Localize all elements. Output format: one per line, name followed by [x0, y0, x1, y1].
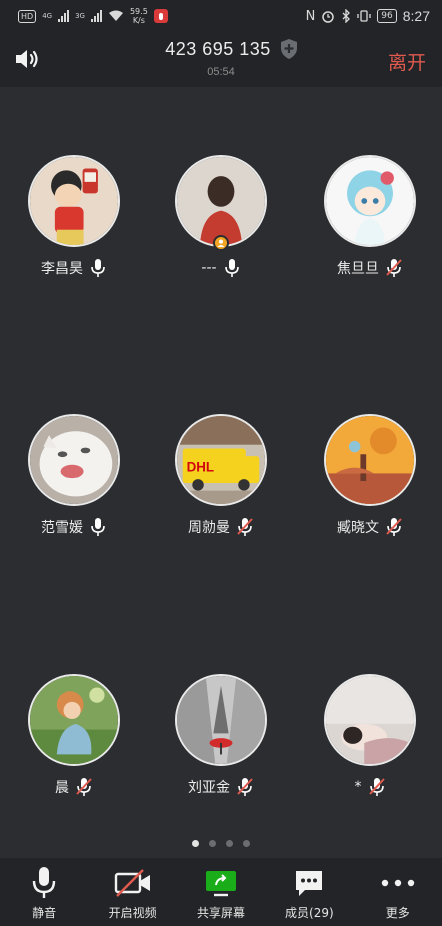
nfc-icon: N [305, 8, 316, 24]
speed-unit: K/s [132, 16, 145, 25]
meeting-id-row[interactable]: 423 695 135 [0, 38, 442, 60]
share-screen-button[interactable]: 共享屏幕 [177, 866, 265, 921]
network-speed: 59.5 K/s [130, 7, 148, 25]
participant-name-row: * [310, 777, 430, 797]
page-indicator[interactable] [0, 840, 442, 847]
page-dot[interactable] [209, 840, 216, 847]
members-label: 成员(29) [285, 906, 334, 920]
battery-indicator: 96 [377, 9, 397, 23]
leave-button[interactable]: 离开 [388, 48, 426, 75]
vibrate-icon [357, 10, 371, 22]
meeting-header: 423 695 135 05:54 离开 [0, 32, 442, 87]
participant-name: --- [201, 260, 217, 276]
participant-name-row: 李昌昊 [14, 258, 134, 278]
host-badge-icon [213, 235, 229, 251]
wifi-icon [108, 10, 123, 21]
participant-name-row: 臧晓文 [310, 517, 430, 537]
start-video-button[interactable]: 开启视频 [89, 866, 177, 921]
participant-name: 周勍曼 [188, 520, 230, 536]
mic-muted-icon [237, 778, 253, 796]
participant-name: 晨 [55, 780, 69, 796]
page-dot[interactable] [243, 840, 250, 847]
participant-name: * [354, 779, 362, 795]
participant-tile[interactable]: 臧晓文 [310, 414, 430, 554]
more-button[interactable]: 更多 [354, 866, 442, 921]
more-dots-icon [381, 879, 414, 887]
participant-grid: 李昌昊 --- 焦旦旦 范雪媛 DHL 周勍曼 臧晓文 晨 刘亚金 * [0, 87, 442, 847]
mute-label: 静音 [32, 906, 57, 920]
mute-button[interactable]: 静音 [0, 866, 88, 921]
members-button[interactable]: 成员(29) [265, 866, 353, 921]
mic-on-icon [91, 259, 105, 277]
avatar [28, 674, 120, 766]
video-off-icon [114, 869, 150, 897]
avatar [324, 414, 416, 506]
avatar [324, 155, 416, 247]
mic-on-icon [224, 259, 239, 277]
participant-tile[interactable]: 刘亚金 [161, 674, 281, 814]
participant-name: 臧晓文 [337, 520, 379, 536]
avatar [28, 414, 120, 506]
meeting-id: 423 695 135 [165, 38, 271, 59]
participant-name-row: 焦旦旦 [310, 258, 430, 278]
members-chat-icon [296, 871, 323, 896]
participant-tile[interactable]: DHL 周勍曼 [161, 414, 281, 554]
recording-mic-icon [153, 9, 168, 23]
participant-name: 刘亚金 [188, 780, 230, 796]
network-type-2: 3G [75, 12, 85, 20]
share-screen-label: 共享屏幕 [196, 906, 245, 920]
participant-name: 焦旦旦 [337, 261, 379, 277]
participant-name-row: --- [161, 258, 281, 278]
mic-on-icon [91, 518, 105, 536]
microphone-icon [32, 867, 56, 898]
mic-muted-icon [76, 778, 92, 796]
participant-name: 李昌昊 [41, 261, 83, 277]
speed-value: 59.5 [129, 7, 148, 16]
mic-muted-icon [386, 518, 402, 536]
participant-name-row: 周勍曼 [161, 517, 281, 537]
participant-name: 范雪媛 [41, 520, 83, 536]
more-label: 更多 [385, 906, 410, 920]
bluetooth-icon [342, 9, 351, 23]
page-dot-active[interactable] [192, 840, 199, 847]
meeting-elapsed-time: 05:54 [207, 66, 235, 78]
status-left: HD 4G 3G 59.5 K/s [18, 7, 168, 25]
participant-tile[interactable]: * [310, 674, 430, 814]
svg-text:DHL: DHL [187, 459, 215, 474]
avatar [28, 155, 120, 247]
signal-icon [58, 10, 70, 22]
share-screen-icon [205, 871, 236, 897]
mic-muted-icon [368, 778, 385, 796]
participant-name-row: 刘亚金 [161, 777, 281, 797]
participant-tile[interactable]: 李昌昊 [14, 155, 134, 295]
signal-icon-2 [90, 10, 102, 22]
shield-icon[interactable] [279, 38, 299, 60]
avatar: DHL [175, 414, 267, 506]
mic-muted-icon [386, 259, 402, 277]
page-dot[interactable] [226, 840, 233, 847]
participant-name-row: 范雪媛 [14, 517, 134, 537]
start-video-label: 开启视频 [108, 906, 157, 920]
participant-tile[interactable]: 范雪媛 [14, 414, 134, 554]
participant-tile[interactable]: 晨 [14, 674, 134, 814]
status-right: N 96 8:27 [306, 8, 430, 24]
meeting-toolbar: 静音 开启视频 共享屏幕 成员(29) 更多 [0, 858, 442, 926]
avatar [175, 155, 267, 247]
participant-name-row: 晨 [14, 777, 134, 797]
hd-badge: HD [18, 9, 37, 23]
network-type-1: 4G [42, 12, 53, 20]
clock: 8:27 [402, 8, 430, 24]
avatar [324, 674, 416, 766]
participant-tile[interactable]: 焦旦旦 [310, 155, 430, 295]
alarm-icon [322, 11, 335, 23]
status-bar: HD 4G 3G 59.5 K/s N 96 8:27 [0, 0, 442, 32]
mic-muted-icon [237, 518, 253, 536]
avatar [175, 674, 267, 766]
participant-tile[interactable]: --- [161, 155, 281, 295]
